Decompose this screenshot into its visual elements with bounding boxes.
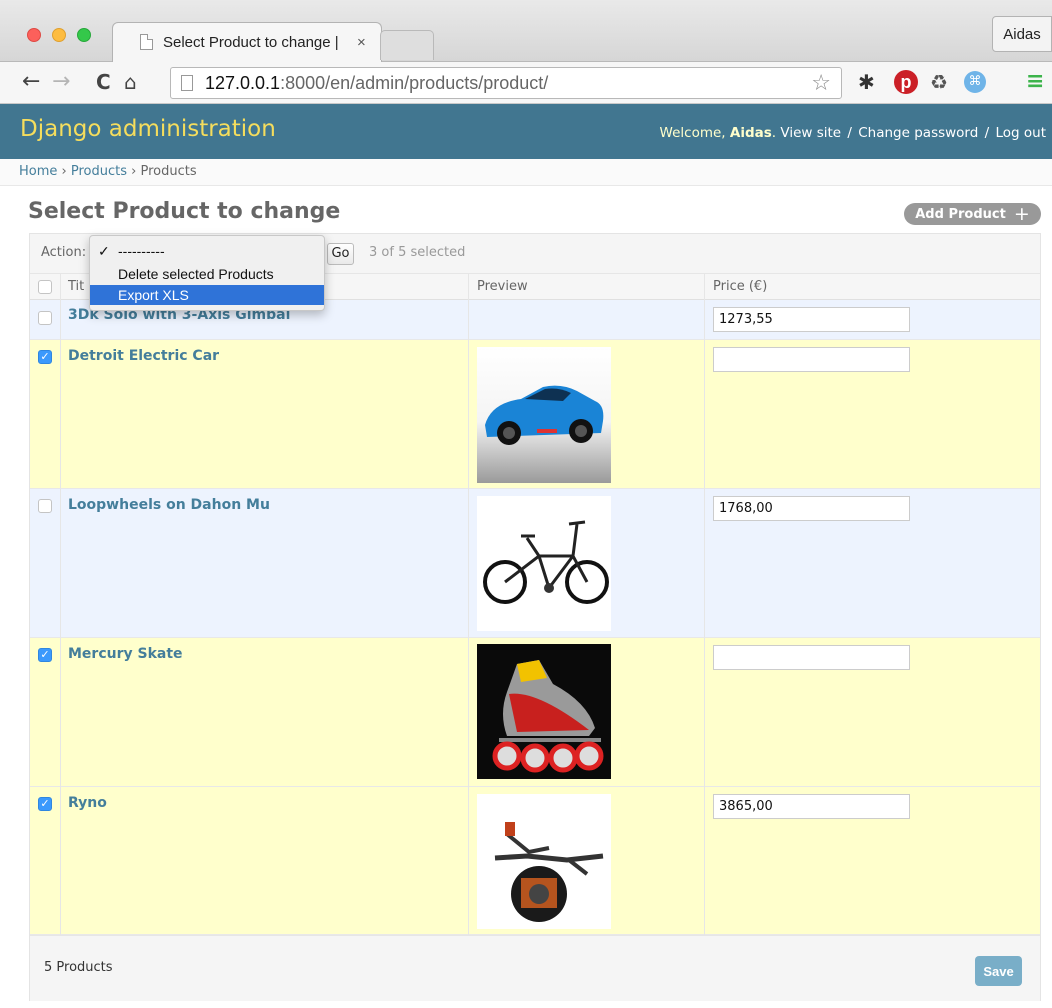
tab-close-icon[interactable]: × [357, 34, 366, 51]
column-header-preview: Preview [477, 279, 528, 294]
product-preview-bicycle [477, 496, 611, 631]
log-out-link[interactable]: Log out [995, 125, 1046, 141]
column-header-title[interactable]: Tit [68, 279, 84, 294]
username: Aidas [729, 125, 772, 141]
star-icon[interactable]: ☆ [811, 71, 831, 96]
plus-icon: + [1013, 203, 1030, 225]
price-input[interactable] [713, 307, 910, 332]
site-branding[interactable]: Django administration [20, 116, 276, 142]
column-header-price: Price (€) [713, 279, 768, 294]
action-dropdown[interactable]: ✓ ---------- Delete selected Products Ex… [89, 235, 325, 311]
command-icon[interactable]: ⌘ [964, 71, 986, 93]
breadcrumb-home-link[interactable]: Home [19, 164, 57, 179]
view-site-link[interactable]: View site [780, 125, 841, 141]
close-window-button[interactable] [27, 28, 41, 42]
action-option-label: Export XLS [118, 287, 189, 303]
page-title: Select Product to change [28, 199, 341, 224]
browser-tab[interactable]: Select Product to change | × [128, 22, 380, 62]
column-divider [468, 274, 469, 935]
reload-icon[interactable]: C [96, 69, 111, 95]
breadcrumb-separator: › [61, 164, 67, 179]
column-divider [704, 274, 705, 935]
changelist-footer: 5 Products Save [30, 935, 1040, 1001]
gear-icon[interactable]: ✱ [858, 70, 875, 94]
result-count: 5 Products [44, 960, 113, 975]
product-title-link[interactable]: Loopwheels on Dahon Mu [68, 497, 270, 513]
table-row: Loopwheels on Dahon Mu [30, 489, 1040, 638]
check-icon: ✓ [98, 243, 110, 259]
select-all-checkbox[interactable] [38, 280, 52, 294]
price-input[interactable] [713, 645, 910, 670]
price-input[interactable] [713, 496, 910, 521]
url-text: 127.0.0.1:8000/en/admin/products/product… [205, 73, 548, 94]
separator: / [984, 125, 990, 141]
recycle-icon[interactable]: ♻ [930, 70, 948, 94]
breadcrumb-separator: › [131, 164, 137, 179]
browser-tab-bar: Select Product to change | × Aidas [0, 0, 1052, 63]
minimize-window-button[interactable] [52, 28, 66, 42]
product-title-link[interactable]: Mercury Skate [68, 646, 183, 662]
column-divider [60, 274, 61, 935]
action-option-label: Delete selected Products [118, 266, 274, 282]
add-product-button[interactable]: Add Product + [904, 203, 1041, 225]
page-icon [140, 34, 153, 50]
url-path: :8000/en/admin/products/product/ [280, 72, 549, 93]
price-input[interactable] [713, 347, 910, 372]
price-input[interactable] [713, 794, 910, 819]
breadcrumb-current: Products [140, 164, 197, 179]
change-password-link[interactable]: Change password [858, 125, 978, 141]
row-checkbox-checked[interactable]: ✓ [38, 350, 52, 364]
period: . [771, 125, 777, 141]
back-icon[interactable]: ← [22, 69, 40, 95]
go-button[interactable]: Go [327, 243, 354, 265]
product-title-link[interactable]: Detroit Electric Car [68, 348, 219, 364]
profile-button[interactable]: Aidas [992, 16, 1052, 52]
page-icon [181, 75, 193, 91]
row-checkbox[interactable] [38, 499, 52, 513]
user-tools: Welcome, Aidas. View site / Change passw… [660, 125, 1046, 141]
forward-icon[interactable]: → [52, 69, 70, 95]
product-title-link[interactable]: Ryno [68, 795, 107, 811]
table-row: ✓ Ryno [30, 787, 1040, 935]
pinterest-icon[interactable]: p [894, 70, 918, 94]
tab-title: Select Product to change | [163, 33, 339, 51]
changelist: Action: Go 3 of 5 selected Tit Preview P… [29, 233, 1041, 1001]
menu-icon[interactable]: ≡ [1026, 70, 1044, 94]
action-option-label: ---------- [118, 243, 165, 259]
save-button[interactable]: Save [975, 956, 1022, 986]
product-preview-skate [477, 644, 611, 779]
address-bar[interactable]: 127.0.0.1:8000/en/admin/products/product… [170, 67, 842, 99]
breadcrumb-app-link[interactable]: Products [71, 164, 127, 179]
selection-counter: 3 of 5 selected [369, 245, 466, 260]
action-option-export-xls[interactable]: Export XLS [90, 285, 324, 305]
separator: / [847, 125, 852, 141]
product-preview-motorbike [477, 794, 611, 929]
maximize-window-button[interactable] [77, 28, 91, 42]
row-checkbox-checked[interactable]: ✓ [38, 648, 52, 662]
row-checkbox-checked[interactable]: ✓ [38, 797, 52, 811]
product-preview-car [477, 347, 611, 483]
breadcrumb: Home › Products › Products [0, 159, 1052, 186]
table-row: ✓ Detroit Electric Car [30, 340, 1040, 489]
home-icon[interactable]: ⌂ [124, 69, 137, 95]
action-option[interactable]: ✓ ---------- [90, 241, 324, 261]
action-option-delete[interactable]: Delete selected Products [90, 264, 324, 284]
new-tab-button[interactable] [380, 30, 434, 60]
welcome-text: Welcome, [659, 125, 726, 141]
admin-header: Django administration Welcome, Aidas. Vi… [0, 104, 1052, 159]
action-label: Action: [41, 245, 87, 260]
browser-toolbar: ← → C ⌂ 127.0.0.1:8000/en/admin/products… [0, 62, 1052, 104]
url-host: 127.0.0.1 [205, 72, 281, 93]
table-row: ✓ Mercury Skate [30, 638, 1040, 787]
row-checkbox[interactable] [38, 311, 52, 325]
add-product-label: Add Product [915, 206, 1006, 222]
